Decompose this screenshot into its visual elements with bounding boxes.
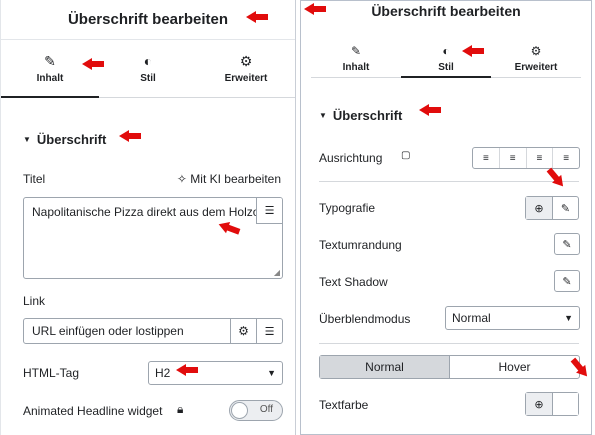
section-toggle-ueberschrift[interactable]: ▼ Überschrift bbox=[23, 132, 106, 147]
globe-icon: ⊕ bbox=[534, 398, 544, 411]
annotation-arrow bbox=[119, 130, 141, 142]
database-icon: ☰ bbox=[264, 205, 275, 217]
pencil-icon: ✎ bbox=[562, 238, 572, 251]
edit-text-stroke-button[interactable]: ✎ bbox=[554, 233, 580, 255]
html-tag-select[interactable]: H2 ▼ bbox=[148, 361, 283, 385]
title-label: Titel bbox=[23, 172, 46, 186]
html-tag-label: HTML-Tag bbox=[23, 366, 80, 380]
align-left-button[interactable]: ≡ bbox=[473, 148, 499, 168]
text-color-label: Textfarbe bbox=[319, 398, 369, 412]
link-input[interactable]: URL einfügen oder lostippen ⚙ ☰ bbox=[23, 318, 283, 344]
panel-title: Überschrift bearbeiten bbox=[371, 3, 521, 19]
dynamic-tags-button[interactable]: ☰ bbox=[256, 198, 282, 224]
toggle-knob bbox=[231, 402, 248, 419]
lock-icon: 🔒︎ bbox=[177, 402, 184, 416]
contrast-icon: ◐ bbox=[442, 43, 450, 58]
global-typography-button[interactable]: ⊕ bbox=[526, 197, 552, 219]
tab-inhalt[interactable]: ✎ Inhalt bbox=[311, 38, 401, 77]
responsive-icon: ▢ bbox=[401, 150, 411, 161]
chevron-down-icon: ▼ bbox=[267, 368, 276, 378]
tab-stil[interactable]: ◐ Stil bbox=[99, 40, 197, 97]
chevron-down-icon: ▼ bbox=[564, 313, 573, 323]
gear-icon: ⚙ bbox=[530, 43, 542, 58]
blend-mode-select[interactable]: Normal ▼ bbox=[445, 306, 580, 330]
database-icon: ☰ bbox=[264, 325, 275, 338]
pro-toggle[interactable]: Off bbox=[229, 400, 283, 421]
divider bbox=[319, 343, 579, 344]
animated-headline-label: Animated Headline widget bbox=[23, 404, 163, 418]
right-editor-panel: Überschrift bearbeiten ✎ Inhalt ◐ Stil ⚙… bbox=[300, 0, 592, 435]
divider bbox=[319, 181, 579, 182]
caret-down-icon: ▼ bbox=[23, 135, 31, 144]
globe-icon: ⊕ bbox=[534, 202, 544, 215]
edit-typography-button[interactable]: ✎ bbox=[552, 197, 578, 219]
tab-erweitert[interactable]: ⚙ Erweitert bbox=[197, 40, 295, 97]
tab-stil[interactable]: ◐ Stil bbox=[401, 38, 491, 78]
annotation-arrow bbox=[304, 3, 326, 15]
blend-mode-label: Überblendmodus bbox=[319, 312, 411, 326]
annotation-arrow bbox=[419, 104, 441, 116]
annotation-arrow bbox=[246, 11, 268, 23]
align-center-button[interactable]: ≡ bbox=[498, 148, 526, 168]
link-settings-button[interactable]: ⚙ bbox=[230, 319, 256, 343]
contrast-icon: ◐ bbox=[143, 53, 153, 69]
state-normal-tab[interactable]: Normal bbox=[320, 356, 449, 378]
color-picker-button[interactable] bbox=[552, 393, 578, 415]
tab-erweitert[interactable]: ⚙ Erweitert bbox=[491, 38, 581, 77]
typography-label: Typografie bbox=[319, 201, 376, 215]
dynamic-tags-button[interactable]: ☰ bbox=[256, 319, 282, 343]
title-textarea[interactable]: Napolitanische Pizza direkt aus dem Holz… bbox=[23, 197, 283, 279]
edit-text-shadow-button[interactable]: ✎ bbox=[554, 270, 580, 292]
annotation-arrow bbox=[176, 364, 198, 376]
state-hover-tab[interactable]: Hover bbox=[449, 356, 579, 378]
alignment-group: ≡ ≡ ≡ ≡ bbox=[472, 147, 580, 169]
state-switcher: Normal Hover bbox=[319, 355, 580, 379]
tab-bar: ✎ Inhalt ◐ Stil ⚙ Erweitert bbox=[1, 40, 295, 98]
gear-icon: ⚙ bbox=[238, 324, 249, 338]
left-editor-panel: Überschrift bearbeiten ✎ Inhalt ◐ Stil ⚙… bbox=[0, 0, 296, 435]
sparkle-icon: ✧ bbox=[176, 172, 187, 186]
pencil-icon: ✎ bbox=[44, 53, 56, 69]
caret-down-icon: ▼ bbox=[319, 111, 327, 120]
pencil-icon: ✎ bbox=[350, 43, 362, 58]
section-toggle-ueberschrift[interactable]: ▼ Überschrift bbox=[319, 108, 402, 123]
align-justify-button[interactable]: ≡ bbox=[552, 148, 579, 168]
annotation-arrow bbox=[82, 58, 104, 70]
global-color-button[interactable]: ⊕ bbox=[526, 393, 552, 415]
alignment-label: Ausrichtung bbox=[319, 151, 383, 165]
annotation-arrow bbox=[462, 45, 484, 57]
link-label: Link bbox=[23, 294, 46, 308]
pencil-icon: ✎ bbox=[562, 275, 572, 288]
gear-icon: ⚙ bbox=[239, 53, 253, 69]
pencil-icon: ✎ bbox=[560, 202, 571, 215]
tab-bar: ✎ Inhalt ◐ Stil ⚙ Erweitert bbox=[311, 38, 581, 78]
text-shadow-label: Text Shadow bbox=[319, 275, 388, 289]
resize-handle[interactable]: ◢ bbox=[274, 268, 280, 277]
text-stroke-label: Textumrandung bbox=[319, 238, 402, 252]
align-right-button[interactable]: ≡ bbox=[525, 148, 553, 168]
ai-edit-link[interactable]: ✧ Mit KI bearbeiten bbox=[177, 172, 281, 186]
